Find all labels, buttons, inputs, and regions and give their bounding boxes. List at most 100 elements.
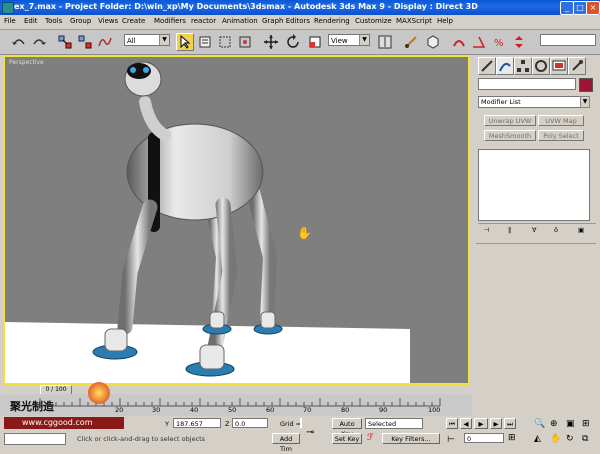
hand-cursor-icon: ✋ <box>297 226 312 240</box>
key-mode-icon[interactable]: ⊸ <box>306 427 314 438</box>
key-selection-dropdown[interactable]: Selected <box>365 418 423 429</box>
select-and-manipulate-icon[interactable] <box>402 33 420 51</box>
robot-scene: ✋ <box>5 61 410 383</box>
angle-snap-icon[interactable] <box>470 33 488 51</box>
maxscript-listener-field[interactable] <box>4 433 66 445</box>
reference-coordinate-dropdown[interactable]: View ▼ <box>328 34 370 46</box>
redo-icon[interactable] <box>30 33 48 51</box>
zoom-icon[interactable]: 🔍 <box>534 419 545 429</box>
pan-icon[interactable]: ✋ <box>550 434 561 444</box>
scale-icon[interactable] <box>306 33 324 51</box>
object-name-field[interactable] <box>478 78 576 90</box>
tick-label: 80 <box>341 406 350 414</box>
y-coordinate-field[interactable]: 187.657 <box>173 418 221 428</box>
snaps-icon[interactable] <box>450 33 468 51</box>
maximize-button[interactable]: □ <box>573 1 587 15</box>
z-coordinate-field[interactable]: 0.0 <box>232 418 268 428</box>
menu-help[interactable]: Help <box>437 17 453 25</box>
key-tangent-icon[interactable]: ℱ <box>367 433 374 443</box>
modify-tab-icon[interactable] <box>496 57 514 75</box>
menu-edit[interactable]: Edit <box>24 17 38 25</box>
create-tab-icon[interactable] <box>478 57 496 75</box>
unwrap-uvw-button[interactable]: Unwrap UVW <box>484 115 536 126</box>
object-color-swatch[interactable] <box>579 78 593 92</box>
rectangular-selection-icon[interactable] <box>216 33 234 51</box>
menu-rendering[interactable]: Rendering <box>314 17 350 25</box>
menu-file[interactable]: File <box>4 17 16 25</box>
zoom-extents-icon[interactable]: ▣ <box>566 419 575 429</box>
close-button[interactable]: × <box>586 1 600 15</box>
menu-customize[interactable]: Customize <box>355 17 392 25</box>
tick-label: 100 <box>428 406 441 414</box>
menu-animation[interactable]: Animation <box>222 17 258 25</box>
menu-group[interactable]: Group <box>70 17 91 25</box>
arc-rotate-icon[interactable]: ↻ <box>566 434 574 444</box>
goto-start-icon[interactable]: ⏮ <box>446 418 458 429</box>
zoom-extents-all-icon[interactable]: ⊞ <box>582 419 590 429</box>
y-label: Y <box>165 420 169 428</box>
field-of-view-icon[interactable]: ◭ <box>534 434 541 444</box>
auto-key-button[interactable]: Auto Key <box>332 418 362 438</box>
maximize-viewport-icon[interactable]: ⧉ <box>582 434 588 444</box>
add-time-tag-button[interactable]: Add Tim <box>272 433 300 453</box>
perspective-viewport[interactable]: Perspective ✋ <box>3 55 470 385</box>
display-tab-icon[interactable] <box>550 57 568 75</box>
motion-tab-icon[interactable] <box>532 57 550 75</box>
bind-space-warp-icon[interactable] <box>96 33 114 51</box>
select-and-link-icon[interactable] <box>56 33 74 51</box>
key-filters-button[interactable]: Key Filters... <box>382 433 440 444</box>
prompt-line: Click or click-and-drag to select object… <box>77 435 206 443</box>
menu-graph-editors[interactable]: Graph Editors <box>262 17 310 25</box>
remove-modifier-icon[interactable]: ō <box>554 226 558 234</box>
uvw-map-button[interactable]: UVW Map <box>538 115 584 126</box>
make-unique-icon[interactable]: ∀ <box>532 226 536 234</box>
menu-views[interactable]: Views <box>98 17 118 25</box>
menu-create[interactable]: Create <box>122 17 145 25</box>
zoom-all-icon[interactable]: ⊕ <box>550 419 558 429</box>
rotate-icon[interactable] <box>284 33 302 51</box>
meshsmooth-button[interactable]: MeshSmooth <box>484 130 536 141</box>
title-bar: ex_7.max - Project Folder: D:\win_xp\My … <box>0 0 600 15</box>
pivot-center-icon[interactable] <box>376 33 394 51</box>
grid-value <box>300 418 302 428</box>
select-by-name-icon[interactable] <box>196 33 214 51</box>
keyboard-shortcut-icon[interactable] <box>424 33 442 51</box>
poly-select-button[interactable]: Poly Select <box>538 130 584 141</box>
tick-label: 30 <box>152 406 161 414</box>
minimize-button[interactable]: _ <box>560 1 574 15</box>
key-mode-toggle-icon[interactable]: ⊢ <box>447 435 455 445</box>
configure-sets-icon[interactable]: ▣ <box>578 226 584 234</box>
play-icon[interactable]: ▶ <box>474 418 488 429</box>
undo-icon[interactable] <box>10 33 28 51</box>
set-key-button[interactable]: Set Key <box>332 433 362 444</box>
move-icon[interactable] <box>262 33 280 51</box>
show-end-result-icon[interactable]: ‖ <box>508 226 511 234</box>
prev-frame-icon[interactable]: ◀ <box>460 418 472 429</box>
stack-controls: ⊣ ‖ ∀ ō ▣ <box>478 223 596 238</box>
current-frame-field[interactable]: 0 <box>464 433 504 443</box>
menu-maxscript[interactable]: MAXScript <box>396 17 432 25</box>
percent-snap-icon[interactable]: % <box>490 33 508 51</box>
track-bar[interactable]: 20 30 40 50 60 70 80 90 100 聚光制造 <box>0 382 472 416</box>
modifier-stack-list[interactable] <box>478 149 590 221</box>
named-selection-sets-field[interactable] <box>540 34 596 46</box>
unlink-icon[interactable] <box>76 33 94 51</box>
select-object-icon[interactable] <box>176 33 194 51</box>
watermark-url-banner: www.cggood.com <box>4 417 124 429</box>
menu-reactor[interactable]: reactor <box>191 17 216 25</box>
goto-end-icon[interactable]: ⏭ <box>504 418 516 429</box>
pin-stack-icon[interactable]: ⊣ <box>484 226 490 234</box>
next-frame-icon[interactable]: ▶ <box>490 418 502 429</box>
spinner-snap-icon[interactable] <box>510 33 528 51</box>
menu-modifiers[interactable]: Modifiers <box>154 17 186 25</box>
time-configuration-icon[interactable]: ⊞ <box>508 433 516 443</box>
menu-tools[interactable]: Tools <box>45 17 62 25</box>
watermark-url: www.cggood.com <box>22 418 93 427</box>
modifier-list-dropdown[interactable]: Modifier List ▼ <box>478 96 590 108</box>
command-panel: Modifier List ▼ Unwrap UVW UVW Map MeshSm… <box>474 55 600 385</box>
selection-filter-dropdown[interactable]: All ▼ <box>124 34 170 46</box>
window-crossing-icon[interactable] <box>236 33 254 51</box>
tick-label: 50 <box>228 406 237 414</box>
hierarchy-tab-icon[interactable] <box>514 57 532 75</box>
utilities-tab-icon[interactable] <box>568 57 586 75</box>
